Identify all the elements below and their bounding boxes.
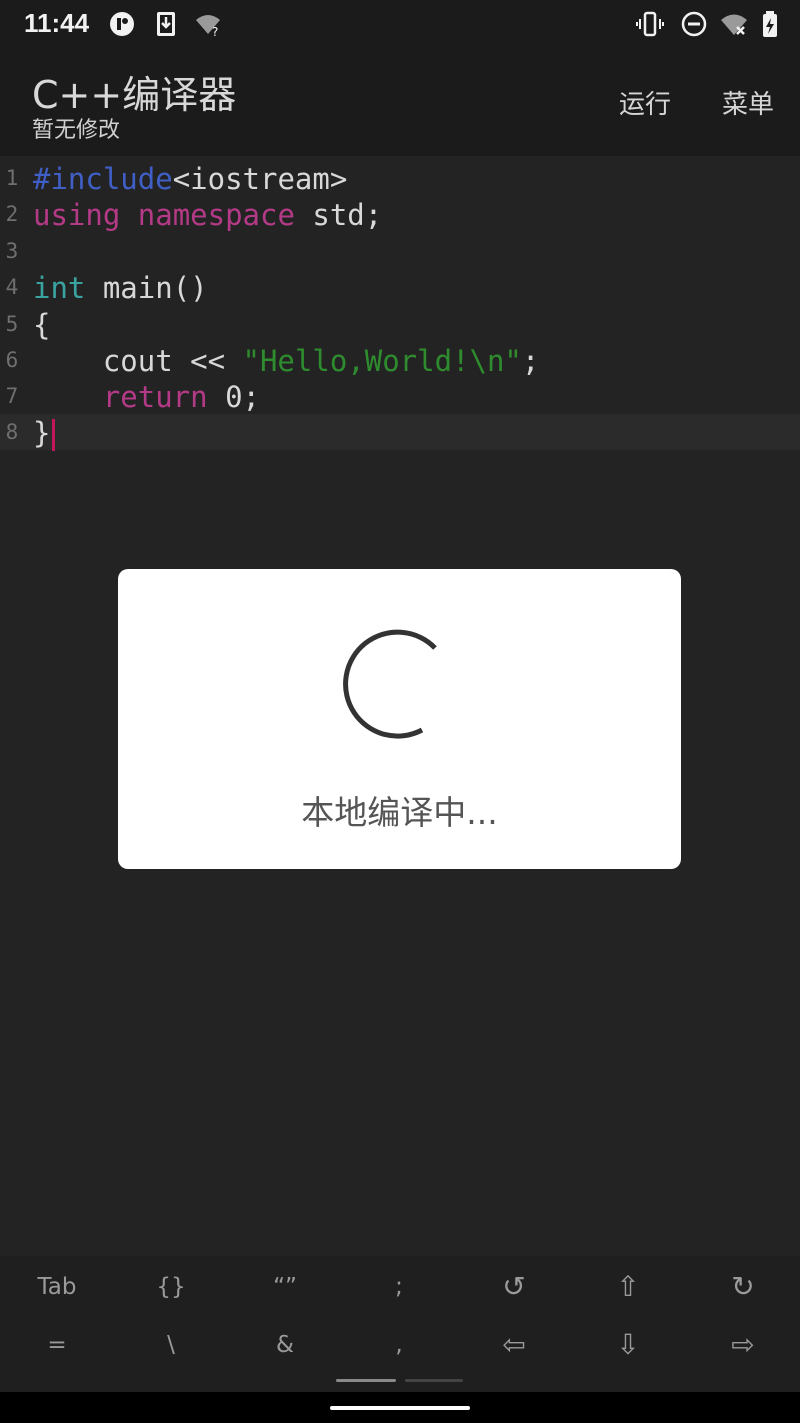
run-button[interactable]: 运行 <box>619 84 671 121</box>
download-icon <box>157 12 175 36</box>
redo-icon[interactable]: ↻ <box>686 1258 800 1316</box>
battery-icon <box>763 11 777 37</box>
arrow-down-icon[interactable]: ⇩ <box>571 1316 685 1374</box>
code-line-current: 8 } <box>0 414 800 451</box>
status-time: 11:44 <box>24 8 90 38</box>
wifi-off-icon <box>721 14 747 35</box>
key-backslash[interactable]: \ <box>114 1316 228 1374</box>
key-quotes[interactable]: “” <box>228 1258 342 1316</box>
key-equals[interactable]: = <box>0 1316 114 1374</box>
assistant-icon <box>110 12 134 36</box>
wifi-question-icon: ? <box>196 15 220 38</box>
page-indicator <box>405 1379 463 1382</box>
code-line: 2 using namespace std; <box>0 196 800 232</box>
arrow-left-icon[interactable]: ⇦ <box>457 1316 571 1374</box>
key-comma[interactable]: , <box>342 1316 456 1374</box>
line-number: 7 <box>5 384 19 408</box>
dialog-message: 本地编译中... <box>301 793 498 832</box>
code-line: 7 return 0; <box>0 378 800 414</box>
key-ampersand[interactable]: & <box>228 1316 342 1374</box>
text-cursor <box>52 419 56 451</box>
loading-spinner-icon <box>343 629 437 739</box>
extra-keys-bar: Tab {} “” ; ↺ ⇧ ↻ = \ & , ⇦ ⇩ ⇨ <box>0 1256 800 1392</box>
line-number: 8 <box>5 420 19 444</box>
line-number: 5 <box>5 312 19 336</box>
line-number: 4 <box>5 275 19 299</box>
code-text: return 0; <box>102 380 260 414</box>
key-braces[interactable]: {} <box>114 1258 228 1316</box>
arrow-up-icon[interactable]: ⇧ <box>571 1258 685 1316</box>
arrow-right-icon[interactable]: ⇨ <box>686 1316 800 1374</box>
code-line: 1 #include<iostream> <box>0 160 800 196</box>
line-number: 1 <box>5 166 19 190</box>
key-semicolon[interactable]: ; <box>342 1258 456 1316</box>
app-subtitle: 暂无修改 <box>32 118 121 143</box>
code-text: } <box>33 416 56 451</box>
line-number: 3 <box>5 239 19 263</box>
home-gesture-handle[interactable] <box>330 1406 470 1410</box>
menu-button[interactable]: 菜单 <box>722 84 774 121</box>
app-title: C++编译器 <box>32 73 237 117</box>
undo-icon[interactable]: ↺ <box>457 1258 571 1316</box>
code-text: { <box>33 308 51 342</box>
line-number: 2 <box>5 202 19 226</box>
line-number: 6 <box>5 348 19 372</box>
code-line: 3 <box>0 233 800 269</box>
code-line: 4 int main() <box>0 269 800 305</box>
code-text: using namespace std; <box>33 198 383 232</box>
vibrate-icon <box>636 11 664 37</box>
page-indicator-active <box>336 1379 396 1382</box>
code-text: cout << "Hello,World!\n"; <box>33 344 540 378</box>
app-bar: C++编译器 暂无修改 运行 菜单 <box>0 50 800 156</box>
status-bar: 11:44 ? <box>0 0 800 50</box>
svg-text:?: ? <box>212 25 218 38</box>
code-text: #include<iostream> <box>33 162 348 196</box>
do-not-disturb-icon <box>681 11 707 37</box>
code-line: 6 cout << "Hello,World!\n"; <box>0 342 800 378</box>
code-text: int main() <box>33 271 208 305</box>
key-tab[interactable]: Tab <box>0 1258 114 1316</box>
code-line: 5 { <box>0 306 800 342</box>
